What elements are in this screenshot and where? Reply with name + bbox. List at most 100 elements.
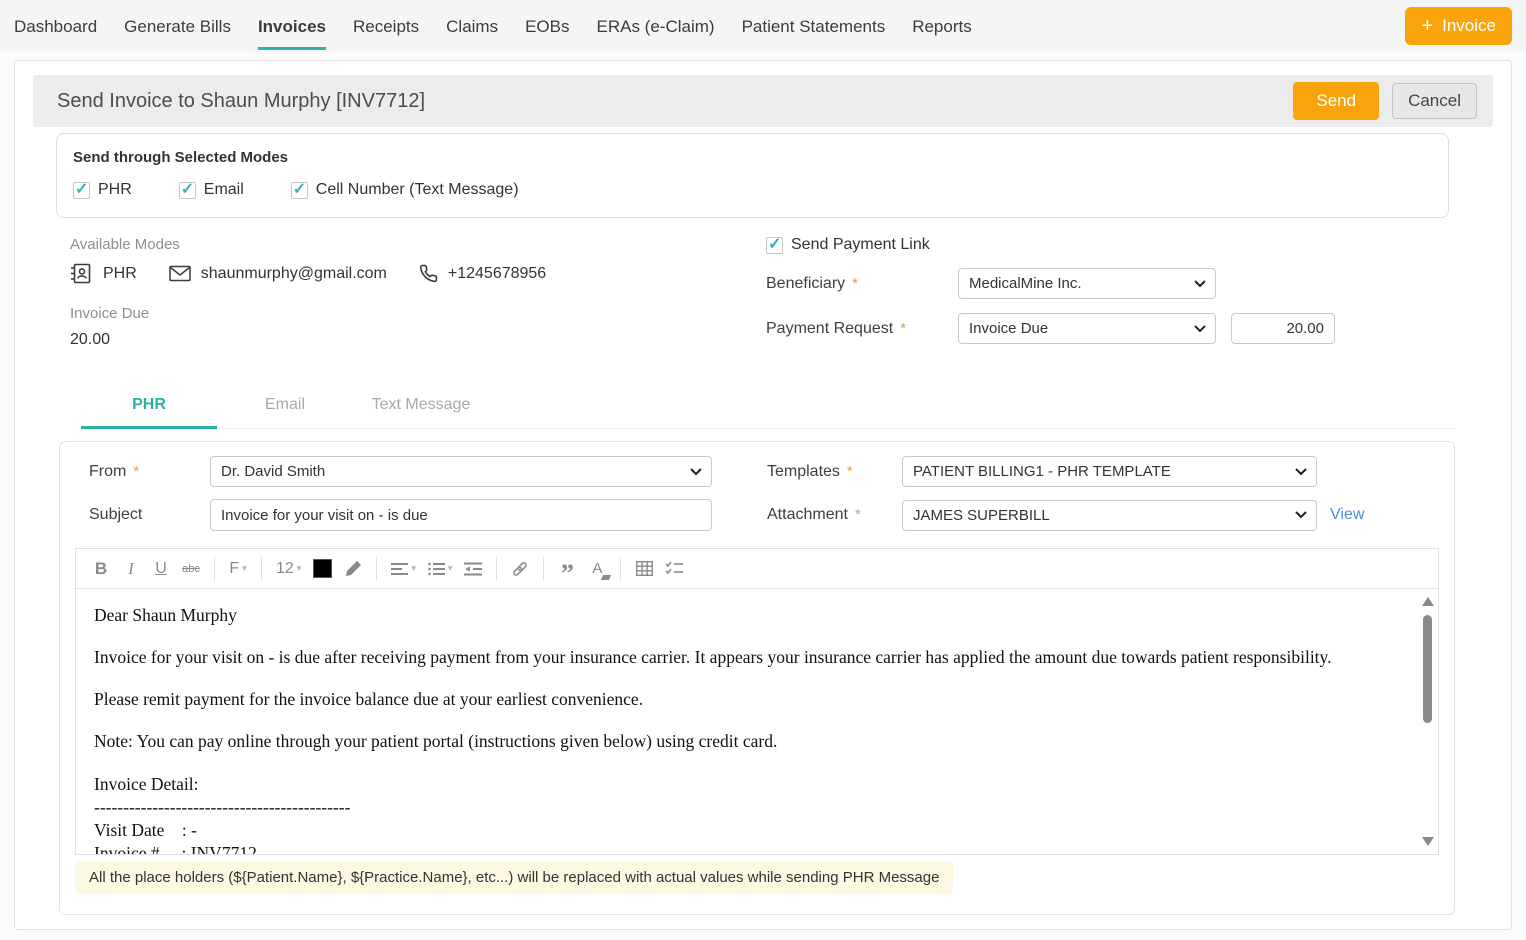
caret-down-icon: ▾ — [411, 563, 416, 574]
editor-paragraph: Dear Shaun Murphy — [94, 605, 1392, 626]
list-button[interactable]: ▾ — [424, 555, 457, 583]
tab-text-message[interactable]: Text Message — [353, 388, 489, 429]
italic-button[interactable]: I — [118, 555, 144, 583]
add-invoice-label: Invoice — [1442, 16, 1496, 36]
from-label: From* — [75, 463, 210, 481]
info-columns: Available Modes PHR — [56, 236, 1449, 358]
required-marker: * — [900, 320, 906, 337]
send-payment-link-row: ✓ Send Payment Link — [766, 236, 1449, 254]
beneficiary-label: Beneficiary* — [766, 275, 958, 293]
text-color-button[interactable] — [309, 555, 336, 583]
form-row-2: Subject Attachment* JAMES SUPERBILL View — [75, 499, 1439, 531]
payment-request-label: Payment Request* — [766, 320, 958, 338]
from-select[interactable]: Dr. David Smith — [210, 456, 712, 487]
chevron-down-icon — [1295, 468, 1307, 476]
font-size-button[interactable]: 12▾ — [272, 555, 305, 583]
contact-card-icon — [70, 262, 93, 285]
send-modes-heading: Send through Selected Modes — [73, 149, 1432, 166]
mode-cell-label: Cell Number (Text Message) — [316, 181, 519, 199]
scrollbar-thumb[interactable] — [1423, 615, 1432, 723]
send-payment-link-checkbox[interactable]: ✓ Send Payment Link — [766, 236, 930, 254]
nav-eobs[interactable]: EOBs — [525, 3, 569, 50]
underline-button[interactable]: U — [148, 555, 174, 583]
mode-checkbox-email[interactable]: ✓ Email — [179, 181, 244, 199]
caret-down-icon: ▾ — [297, 563, 302, 574]
editor-scrollbar[interactable] — [1420, 593, 1435, 850]
view-attachment-link[interactable]: View — [1330, 506, 1364, 524]
templates-selected-value: PATIENT BILLING1 - PHR TEMPLATE — [913, 463, 1171, 480]
caret-down-icon: ▾ — [242, 563, 247, 574]
send-invoice-panel: Send Invoice to Shaun Murphy [INV7712] S… — [14, 60, 1512, 930]
pen-icon — [345, 560, 362, 577]
table-button[interactable] — [631, 555, 657, 583]
nav-receipts[interactable]: Receipts — [353, 3, 419, 50]
mode-checkbox-cell[interactable]: ✓ Cell Number (Text Message) — [291, 181, 519, 199]
clear-format-button[interactable]: A — [584, 555, 610, 583]
beneficiary-selected-value: MedicalMine Inc. — [969, 275, 1082, 292]
available-modes-row: PHR shaunmurphy@gmail.com +1245678956 — [70, 262, 766, 285]
subject-label: Subject — [75, 506, 210, 524]
nav-invoices[interactable]: Invoices — [258, 3, 326, 50]
chevron-down-icon — [1194, 325, 1206, 333]
tab-phr[interactable]: PHR — [81, 388, 217, 429]
available-modes-heading: Available Modes — [70, 236, 766, 253]
add-invoice-button[interactable]: + Invoice — [1405, 7, 1512, 45]
beneficiary-select[interactable]: MedicalMine Inc. — [958, 268, 1216, 299]
nav-generate-bills[interactable]: Generate Bills — [124, 3, 231, 50]
editor-content[interactable]: Dear Shaun Murphy Invoice for your visit… — [76, 589, 1438, 854]
align-button[interactable]: ▾ — [387, 555, 420, 583]
nav-patient-statements[interactable]: Patient Statements — [742, 3, 886, 50]
templates-select[interactable]: PATIENT BILLING1 - PHR TEMPLATE — [902, 456, 1317, 487]
editor-toolbar: B I U abc F▾ 12▾ ▾ — [76, 549, 1438, 589]
payment-amount-input[interactable] — [1231, 313, 1335, 344]
send-payment-link-label: Send Payment Link — [791, 236, 930, 254]
nav-eras[interactable]: ERAs (e-Claim) — [597, 3, 715, 50]
tab-email[interactable]: Email — [217, 388, 353, 429]
bold-button[interactable]: B — [88, 555, 114, 583]
font-family-button[interactable]: F▾ — [225, 555, 251, 583]
scroll-up-icon[interactable] — [1422, 597, 1434, 606]
attachment-select[interactable]: JAMES SUPERBILL — [902, 500, 1317, 531]
mode-checkbox-phr[interactable]: ✓ PHR — [73, 181, 132, 199]
mode-phr-label: PHR — [98, 181, 132, 199]
nav-reports[interactable]: Reports — [912, 3, 972, 50]
message-tabs: PHR Email Text Message — [81, 388, 1455, 429]
scroll-down-icon[interactable] — [1422, 837, 1434, 846]
subject-input[interactable] — [210, 499, 712, 531]
indent-icon — [464, 562, 482, 576]
attachment-selected-value: JAMES SUPERBILL — [913, 507, 1050, 524]
send-button[interactable]: Send — [1293, 82, 1379, 120]
checkbox-icon: ✓ — [291, 182, 308, 199]
required-marker: * — [133, 463, 139, 480]
task-list-icon — [665, 561, 683, 576]
available-modes-section: Available Modes PHR — [56, 236, 766, 358]
nav-dashboard[interactable]: Dashboard — [14, 3, 97, 50]
form-row-1: From* Dr. David Smith Templates* PATIENT… — [75, 456, 1439, 487]
available-phr-label: PHR — [103, 265, 137, 283]
phone-icon — [419, 264, 438, 283]
send-modes-section: Send through Selected Modes ✓ PHR ✓ Emai… — [56, 133, 1449, 218]
required-marker: * — [855, 506, 861, 523]
editor-paragraph: Invoice for your visit on - is due after… — [94, 647, 1392, 668]
highlight-button[interactable] — [340, 555, 366, 583]
link-button[interactable] — [507, 555, 533, 583]
send-modes-row: ✓ PHR ✓ Email ✓ Cell Number (Text Messag… — [73, 181, 1432, 199]
rich-text-editor: B I U abc F▾ 12▾ ▾ — [75, 548, 1439, 855]
blockquote-button[interactable]: ” — [554, 555, 580, 583]
task-list-button[interactable] — [661, 555, 687, 583]
color-swatch-icon — [313, 559, 332, 578]
placeholder-note: All the place holders (${Patient.Name}, … — [75, 861, 953, 894]
payment-link-section: ✓ Send Payment Link Beneficiary* Medical… — [766, 236, 1449, 358]
indent-button[interactable] — [460, 555, 486, 583]
chevron-down-icon — [1295, 511, 1307, 519]
required-marker: * — [847, 463, 853, 480]
editor-paragraph: Please remit payment for the invoice bal… — [94, 689, 1392, 710]
strikethrough-button[interactable]: abc — [178, 555, 204, 583]
checkbox-icon: ✓ — [73, 182, 90, 199]
nav-claims[interactable]: Claims — [446, 3, 498, 50]
mode-email-label: Email — [204, 181, 244, 199]
cancel-button[interactable]: Cancel — [1392, 83, 1477, 119]
bullet-list-icon — [428, 562, 445, 576]
payment-request-select[interactable]: Invoice Due — [958, 313, 1216, 344]
from-selected-value: Dr. David Smith — [221, 463, 325, 480]
